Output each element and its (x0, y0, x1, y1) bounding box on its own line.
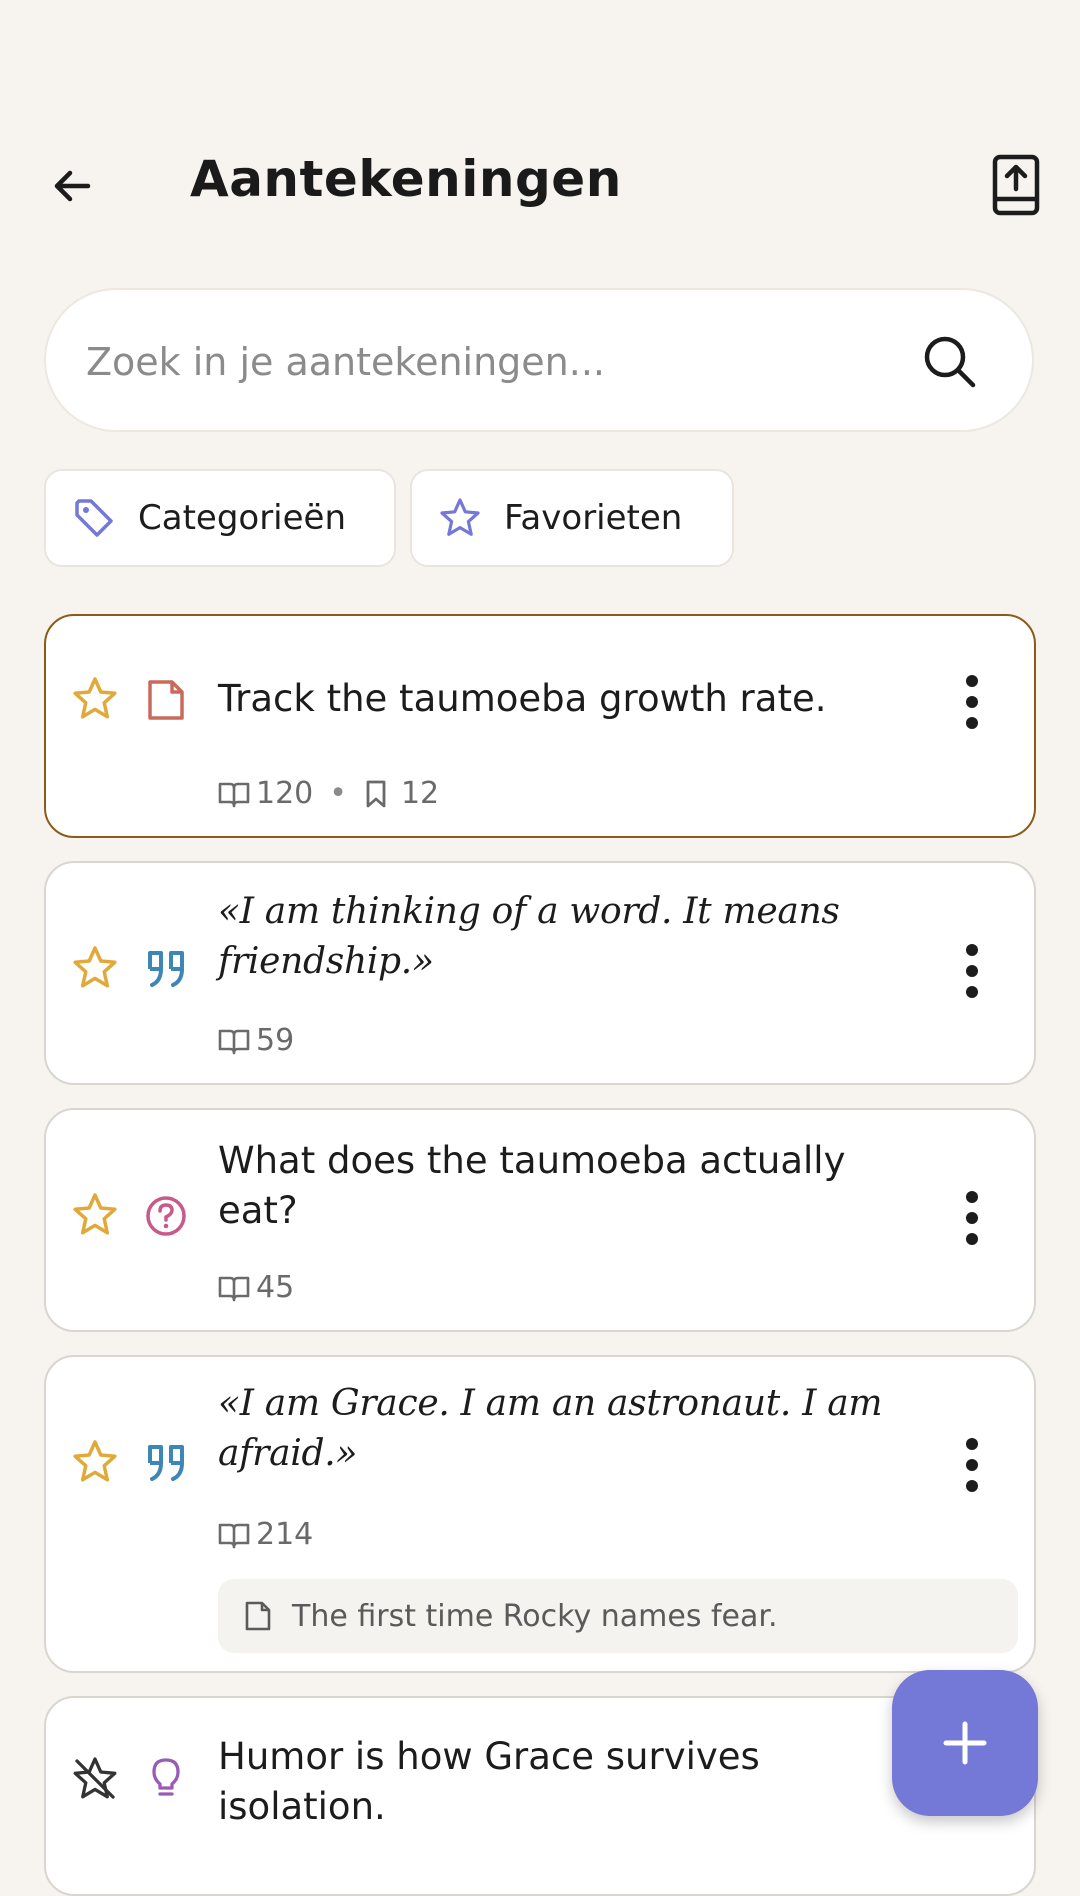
note-text: Humor is how Grace survives isolation. (218, 1735, 760, 1828)
star-outline-icon[interactable] (72, 676, 118, 722)
star-outline-icon[interactable] (72, 1192, 118, 1238)
top-app-bar: Aantekeningen (0, 140, 1080, 226)
star-outline-icon (440, 498, 480, 536)
page-title: Aantekeningen (190, 150, 622, 208)
page-number: 214 (256, 1517, 314, 1552)
note-text: What does the taumoeba actually eat? (218, 1139, 846, 1232)
more-vertical-icon[interactable] (960, 1188, 984, 1248)
book-open-icon (218, 1029, 250, 1054)
book-open-icon (218, 1523, 250, 1548)
page-number: 120 (256, 776, 314, 811)
note-meta: 214 (218, 1517, 313, 1552)
more-vertical-icon[interactable] (960, 1435, 984, 1495)
note-meta: 59 (218, 1023, 294, 1058)
tag-icon (75, 499, 113, 537)
search-icon[interactable] (920, 332, 980, 392)
quote-icon (148, 1445, 184, 1481)
bookmark-count: 12 (400, 776, 440, 811)
note-icon (245, 1601, 271, 1631)
note-meta: 120 • 12 (218, 776, 439, 811)
book-open-icon (218, 1276, 250, 1301)
plus-icon (943, 1721, 987, 1765)
categories-filter-label: Categorieën (138, 498, 347, 538)
note-text: Track the taumoeba growth rate. (218, 677, 827, 720)
search-bar (44, 288, 1034, 432)
note-text: «I am Grace. I am an astronaut. I am afr… (218, 1383, 883, 1474)
more-vertical-icon[interactable] (960, 672, 984, 732)
favorites-filter-button[interactable]: Favorieten (410, 469, 734, 567)
note-card[interactable]: Track the taumoeba growth rate. 120 • 12 (44, 614, 1036, 838)
categories-filter-button[interactable]: Categorieën (44, 469, 396, 567)
page-number: 45 (256, 1270, 295, 1305)
book-upload-icon (992, 154, 1040, 216)
page-number: 59 (256, 1023, 295, 1058)
note-card[interactable]: «I am Grace. I am an astronaut. I am afr… (44, 1355, 1036, 1673)
lightbulb-icon (152, 1758, 180, 1796)
question-circle-icon (146, 1196, 186, 1236)
search-input[interactable] (84, 326, 888, 398)
star-outline-icon[interactable] (72, 945, 118, 991)
note-card[interactable]: Humor is how Grace survives isolation. (44, 1696, 1036, 1896)
book-open-icon (218, 782, 250, 807)
export-button[interactable] (988, 150, 1044, 220)
star-outline-icon[interactable] (72, 1439, 118, 1485)
note-text: «I am thinking of a word. It means frien… (218, 891, 840, 982)
attached-note: The first time Rocky names fear. (218, 1579, 1018, 1653)
more-vertical-icon[interactable] (960, 941, 984, 1001)
back-button[interactable] (44, 158, 100, 214)
bookmark-icon (366, 780, 386, 807)
arrow-left-icon (54, 170, 91, 202)
add-note-button[interactable] (892, 1670, 1038, 1816)
note-icon (148, 680, 184, 720)
quote-icon (148, 951, 184, 987)
note-card[interactable]: What does the taumoeba actually eat? 45 (44, 1108, 1036, 1332)
star-off-icon[interactable] (72, 1756, 118, 1802)
note-card[interactable]: «I am thinking of a word. It means frien… (44, 861, 1036, 1085)
attached-note-text: The first time Rocky names fear. (292, 1598, 778, 1634)
note-meta: 45 (218, 1270, 294, 1305)
favorites-filter-label: Favorieten (504, 498, 683, 538)
